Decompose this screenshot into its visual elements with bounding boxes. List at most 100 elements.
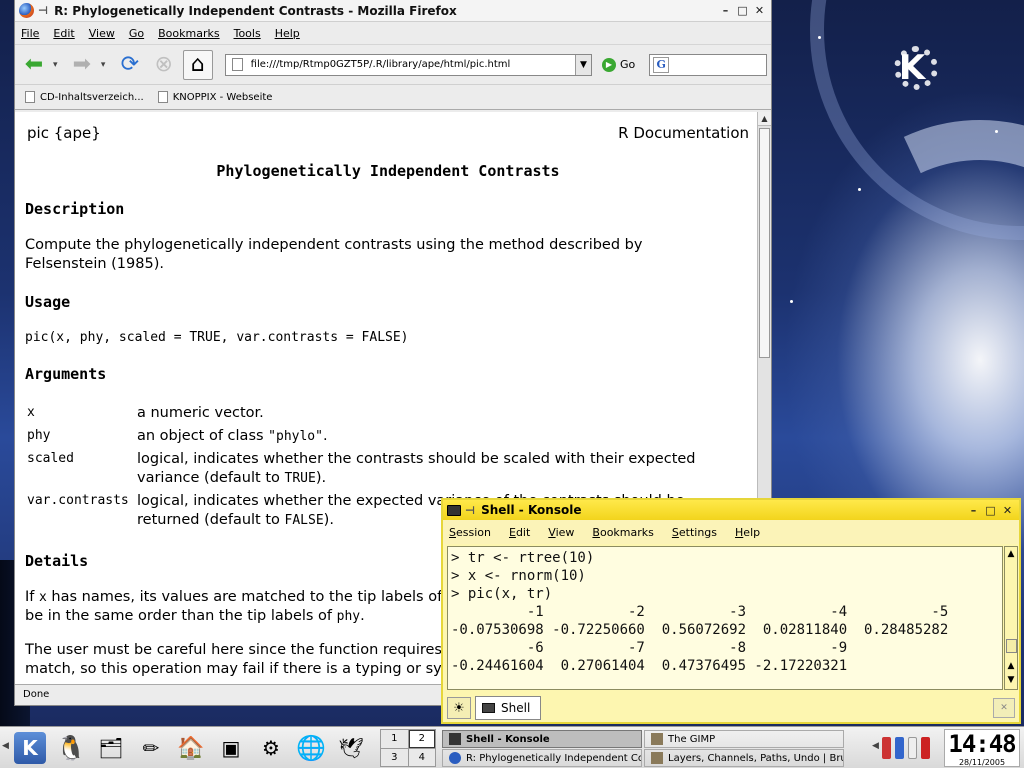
network-icon[interactable]: [895, 737, 904, 759]
terminal-icon[interactable]: [447, 504, 461, 516]
menu-view[interactable]: View: [89, 27, 115, 40]
tab-shell[interactable]: Shell: [475, 696, 542, 720]
menu-tools[interactable]: Tools: [234, 27, 261, 40]
konsole-titlebar[interactable]: ⊣ Shell - Konsole – □ ✕: [443, 500, 1019, 520]
scrollbar-thumb[interactable]: [759, 128, 770, 358]
terminal-icon: [482, 703, 495, 713]
pager-desktop-4[interactable]: 4: [408, 748, 435, 766]
terminal-text[interactable]: > tr <- rtree(10) > x <- rnorm(10) > pic…: [448, 547, 1002, 675]
forward-button[interactable]: ➡: [67, 50, 97, 80]
firefox-icon[interactable]: [19, 3, 34, 18]
doc-r-documentation: R Documentation: [618, 124, 749, 142]
menu-edit[interactable]: Edit: [509, 526, 530, 539]
scroll-down-arrow-icon[interactable]: ▼: [1005, 673, 1017, 687]
menu-settings[interactable]: Settings: [672, 526, 717, 539]
scrollbar-thumb[interactable]: [1006, 639, 1017, 653]
menu-help[interactable]: Help: [735, 526, 760, 539]
back-history-arrow-icon[interactable]: ▾: [53, 60, 63, 70]
kde-panel: ◀ K 🐧 🗂 ✏ 🏠 ▣ ⚙ 🌐 🕊 1 2 3 4 Shell - Kons…: [0, 726, 1024, 768]
menu-bookmarks[interactable]: Bookmarks: [158, 27, 219, 40]
konqueror-icon[interactable]: ⚙: [254, 731, 288, 765]
scroll-up-arrow-icon[interactable]: ▲: [758, 112, 771, 126]
battery-icon[interactable]: [882, 737, 891, 759]
terminal-launcher-icon[interactable]: ▣: [214, 731, 248, 765]
terminal-icon: [449, 733, 461, 745]
firefox-titlebar[interactable]: ⊣ R: Phylogenetically Independent Contra…: [15, 0, 771, 22]
url-text[interactable]: file:///tmp/Rtmp0GZT5P/.R/library/ape/ht…: [251, 59, 575, 70]
new-session-button[interactable]: ☀: [447, 697, 471, 719]
wallpaper-star: [858, 188, 861, 191]
scroll-up-arrow-icon[interactable]: ▲: [1005, 547, 1017, 561]
forward-history-arrow-icon[interactable]: ▾: [101, 60, 111, 70]
bookmark-knoppix-webseite[interactable]: KNOPPIX - Webseite: [157, 91, 273, 103]
bookmark-page-icon: [25, 91, 35, 103]
terminal-scrollbar[interactable]: ▲ ▲ ▼: [1004, 546, 1018, 690]
menu-go[interactable]: Go: [129, 27, 144, 40]
maximize-button[interactable]: □: [735, 3, 750, 18]
navigation-toolbar: ⬅ ▾ ➡ ▾ ⟳ ⊗ ⌂ file:///tmp/Rtmp0GZT5P/.R/…: [15, 44, 771, 84]
k-menu-button[interactable]: K: [14, 732, 46, 764]
flag-icon[interactable]: [921, 737, 930, 759]
pager-desktop-2[interactable]: 2: [408, 730, 435, 748]
bookmark-label: KNOPPIX - Webseite: [172, 91, 273, 103]
openoffice-icon[interactable]: 🕊: [334, 731, 368, 765]
taskbar-item-firefox[interactable]: R: Phylogenetically Independent Contr...: [442, 749, 642, 767]
wallpaper-star: [790, 300, 793, 303]
terminal-output[interactable]: > tr <- rtree(10) > x <- rnorm(10) > pic…: [447, 546, 1003, 690]
pin-icon[interactable]: ⊣: [38, 4, 48, 17]
details-text: .: [360, 608, 365, 624]
go-button[interactable]: ▶ Go: [601, 57, 635, 72]
close-session-button[interactable]: ✕: [993, 698, 1015, 718]
editor-icon[interactable]: ✏: [134, 731, 168, 765]
clock[interactable]: 14:48 28/11/2005: [944, 729, 1020, 767]
argument-name: var.contrasts: [27, 493, 129, 508]
reload-button[interactable]: ⟳: [115, 50, 145, 80]
argument-description: logical, indicates whether the contrasts…: [137, 450, 747, 488]
pager-desktop-1[interactable]: 1: [381, 730, 408, 748]
url-bar[interactable]: file:///tmp/Rtmp0GZT5P/.R/library/ape/ht…: [224, 53, 592, 76]
taskbar-item-gimp[interactable]: The GIMP: [644, 730, 844, 748]
penguin-icon[interactable]: 🐧: [54, 731, 88, 765]
panel-scroll-right-icon[interactable]: ◀: [872, 741, 879, 751]
close-button[interactable]: ✕: [752, 3, 767, 18]
taskbar-item-konsole[interactable]: Shell - Konsole: [442, 730, 642, 748]
home-folder-icon[interactable]: 🏠: [174, 731, 208, 765]
arg-desc-text: .: [322, 428, 328, 444]
search-input[interactable]: G: [649, 53, 767, 76]
file-manager-icon[interactable]: 🗂: [94, 731, 128, 765]
maximize-button[interactable]: □: [983, 503, 998, 518]
bookmarks-toolbar: CD-Inhaltsverzeich... KNOPPIX - Webseite: [15, 84, 771, 110]
home-button[interactable]: ⌂: [182, 49, 213, 80]
scroll-up-arrow-icon[interactable]: ▲: [1005, 659, 1017, 673]
minimize-button[interactable]: –: [718, 3, 733, 18]
pager-desktop-3[interactable]: 3: [381, 748, 408, 766]
stop-button[interactable]: ⊗: [149, 50, 179, 80]
google-search-icon[interactable]: G: [653, 56, 670, 73]
go-arrow-icon: ▶: [601, 57, 616, 72]
close-button[interactable]: ✕: [1000, 503, 1015, 518]
session-tabbar: ☀ Shell ✕: [443, 694, 1019, 722]
menu-bookmarks[interactable]: Bookmarks: [592, 526, 653, 539]
back-button[interactable]: ⬅: [19, 50, 49, 80]
taskbar-item-gimp-layers[interactable]: Layers, Channels, Paths, Undo | Brus...: [644, 749, 844, 767]
kde-gear-icon: [894, 46, 938, 90]
menu-session[interactable]: Session: [449, 526, 491, 539]
description-text: Compute the phylogenetically independent…: [25, 237, 643, 272]
url-history-dropdown[interactable]: ▼: [574, 54, 591, 75]
panel-scroll-left-icon[interactable]: ◀: [2, 741, 9, 751]
menu-view[interactable]: View: [548, 526, 574, 539]
section-arguments-heading: Arguments: [25, 365, 107, 383]
bookmark-cd-inhaltsverzeichnis[interactable]: CD-Inhaltsverzeich...: [25, 91, 144, 103]
menu-edit[interactable]: Edit: [53, 27, 74, 40]
menu-help[interactable]: Help: [275, 27, 300, 40]
firefox-launcher-icon[interactable]: 🌐: [294, 731, 328, 765]
clock-time: 14:48: [948, 730, 1016, 758]
keyboard-layout-icon[interactable]: [908, 737, 917, 759]
menu-file[interactable]: File: [21, 27, 39, 40]
details-code: phy: [336, 609, 361, 624]
minimize-button[interactable]: –: [966, 503, 981, 518]
arg-desc-code: FALSE: [284, 513, 324, 528]
wallpaper-star: [818, 36, 821, 39]
pin-icon[interactable]: ⊣: [465, 504, 475, 517]
konsole-menubar: Session Edit View Bookmarks Settings Hel…: [443, 520, 1019, 544]
